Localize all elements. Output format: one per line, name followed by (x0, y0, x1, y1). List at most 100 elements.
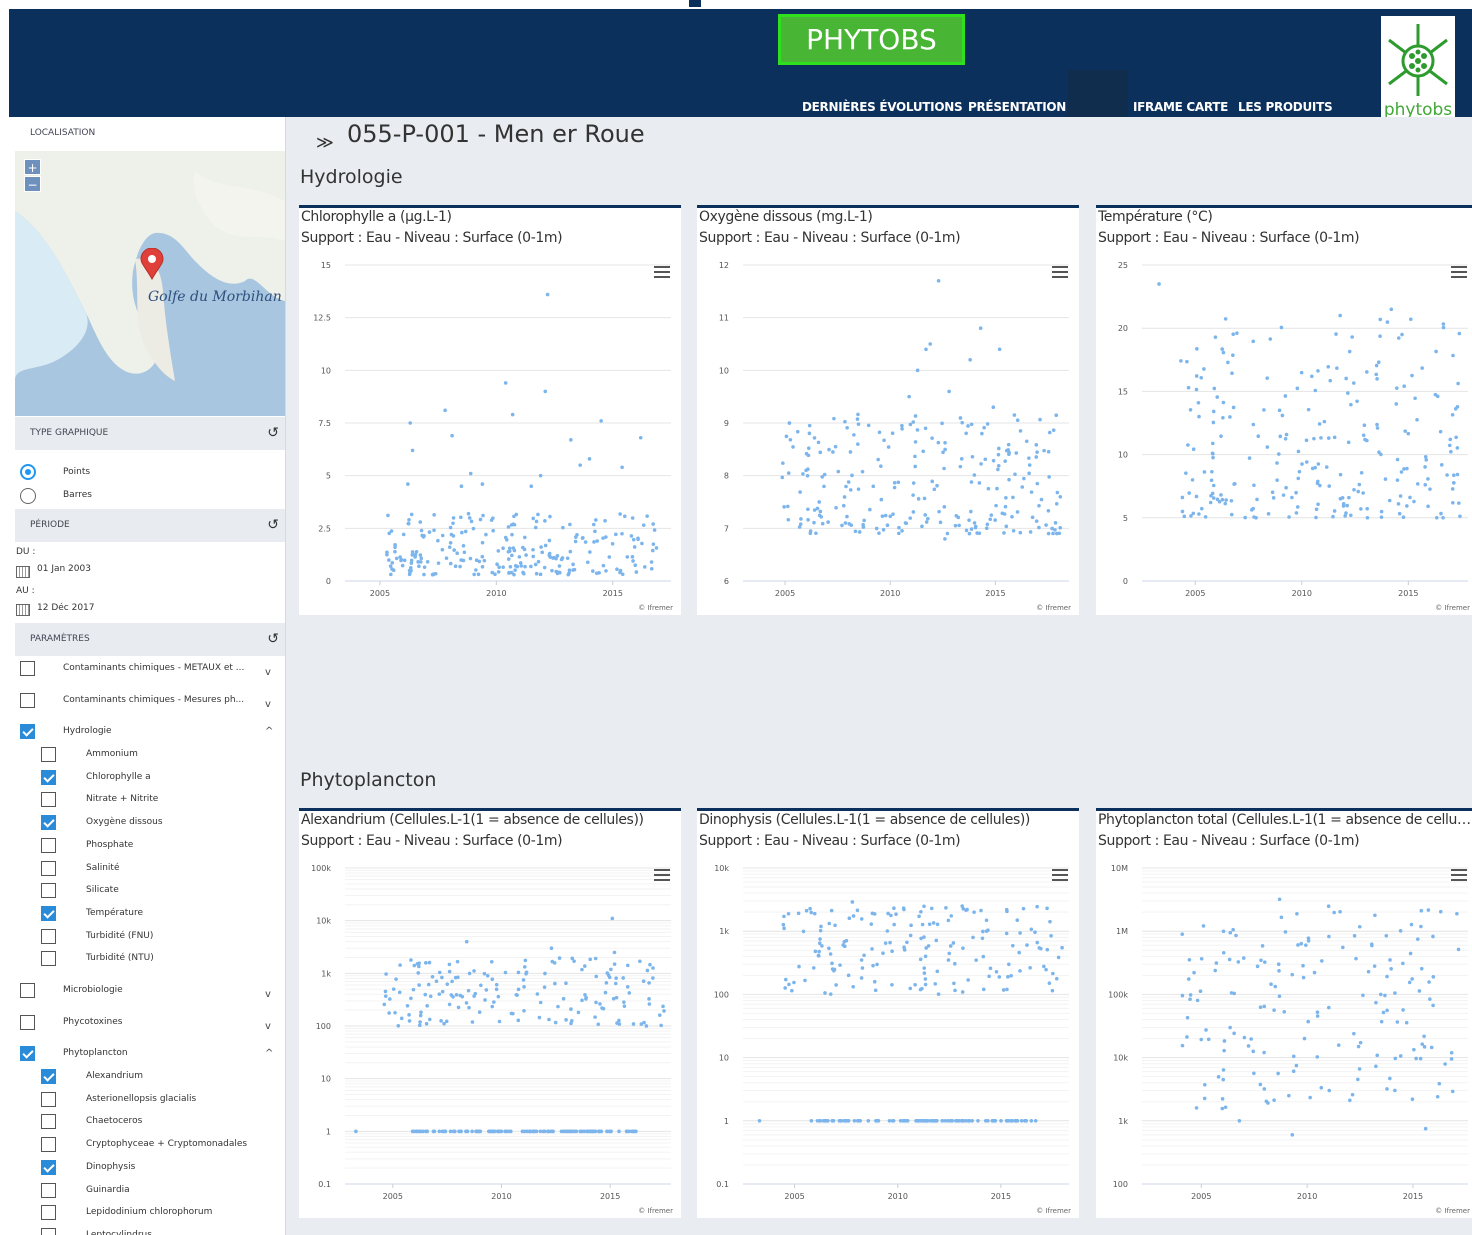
chart-menu-icon[interactable] (1052, 266, 1068, 278)
parameter-group-checkbox[interactable] (20, 983, 35, 998)
parameter-checkbox[interactable] (41, 747, 56, 762)
parameter-group-checkbox[interactable] (20, 1046, 35, 1061)
chart-menu-icon[interactable] (1451, 869, 1467, 881)
location-map[interactable]: + − Golfe du Morbihan (15, 151, 285, 416)
chevron-down-icon[interactable]: v (265, 699, 271, 710)
data-point (926, 516, 930, 521)
data-point (496, 994, 501, 999)
reset-icon[interactable]: ↺ (267, 623, 279, 656)
data-point (1314, 507, 1319, 512)
data-point (1385, 1087, 1389, 1091)
radio-barres[interactable] (20, 488, 36, 504)
parameter-checkbox[interactable] (41, 815, 56, 831)
data-point (432, 513, 436, 517)
parameter-checkbox[interactable] (41, 1069, 56, 1084)
chart-menu-icon[interactable] (1451, 266, 1467, 278)
chart-menu-icon[interactable] (654, 869, 670, 881)
data-point (1221, 950, 1226, 955)
parameter-group-checkbox[interactable] (20, 692, 35, 708)
phytobs-logo[interactable]: phytobs (1381, 16, 1455, 120)
parameter-checkbox[interactable] (41, 860, 56, 876)
reset-icon[interactable]: ↺ (267, 509, 279, 542)
data-point (833, 444, 838, 449)
reset-icon[interactable]: ↺ (267, 417, 279, 450)
parameter-checkbox[interactable] (41, 837, 56, 853)
chart-credit[interactable]: © Ifremer (638, 1207, 673, 1215)
data-point (1455, 446, 1460, 450)
parameter-checkbox[interactable] (41, 1137, 56, 1153)
data-point (922, 971, 927, 975)
parameter-group-checkbox[interactable] (20, 1014, 35, 1030)
parameter-checkbox[interactable] (41, 928, 56, 944)
site-header: DERNIÈRES ÉVOLUTIONS PRÉSENTATION IFRAME… (9, 9, 1472, 117)
nav-presentation[interactable]: PRÉSENTATION (968, 100, 1066, 114)
data-point (892, 480, 897, 485)
chart-credit[interactable]: © Ifremer (1435, 1207, 1470, 1215)
parameter-group-label: Contaminants chimiques - Mesures ph... (63, 694, 245, 705)
parameter-checkbox[interactable] (41, 1182, 56, 1198)
data-point (523, 535, 527, 540)
parameter-group-checkbox[interactable] (20, 724, 35, 739)
map-pin-icon[interactable] (140, 248, 164, 280)
data-point (1426, 477, 1430, 481)
data-point (790, 988, 794, 993)
period-to-date[interactable]: 12 Déc 2017 (37, 603, 95, 613)
data-point (453, 564, 458, 569)
data-point (468, 471, 473, 476)
chart-credit[interactable]: © Ifremer (1435, 604, 1470, 612)
data-point (455, 959, 460, 964)
chart-menu-icon[interactable] (654, 266, 670, 278)
data-point (1412, 1047, 1416, 1052)
parameter-checkbox[interactable] (41, 1159, 56, 1175)
data-point (1385, 1008, 1389, 1013)
parameter-group-checkbox[interactable] (20, 661, 35, 676)
parameter-checkbox[interactable] (41, 1091, 56, 1107)
parameter-checkbox[interactable] (41, 1205, 56, 1221)
nav-dernieres-evolutions[interactable]: DERNIÈRES ÉVOLUTIONS (802, 100, 963, 114)
parameter-checkbox[interactable] (41, 951, 56, 967)
data-point (641, 979, 646, 984)
nav-iframe-carte[interactable]: IFRAME CARTE (1133, 100, 1228, 114)
data-point (472, 994, 476, 998)
chart-credit[interactable]: © Ifremer (1036, 1207, 1071, 1215)
data-point (986, 1119, 990, 1123)
parameter-checkbox[interactable] (41, 792, 56, 808)
radio-points[interactable] (20, 464, 36, 480)
data-point (960, 904, 965, 908)
data-point (1028, 530, 1033, 534)
nav-les-produits[interactable]: LES PRODUITS (1238, 100, 1333, 114)
brand-title[interactable]: PHYTOBS (778, 14, 965, 65)
chevron-down-icon[interactable]: v (265, 989, 271, 1000)
data-point (580, 998, 584, 1003)
parameter-checkbox[interactable] (41, 769, 56, 785)
data-point (545, 292, 550, 297)
period-from-date[interactable]: 01 Jan 2003 (37, 564, 91, 574)
data-point (407, 568, 412, 573)
data-point (561, 525, 565, 530)
parameter-checkbox[interactable] (41, 883, 56, 899)
data-point (1184, 471, 1188, 475)
chevron-down-icon[interactable]: v (265, 1021, 271, 1032)
calendar-icon[interactable] (16, 566, 30, 578)
y-tick-label: 10 (321, 366, 331, 375)
calendar-icon[interactable] (16, 604, 30, 616)
data-point (1301, 963, 1305, 968)
parameter-checkbox[interactable] (41, 905, 56, 921)
map-zoom-out-button[interactable]: − (24, 176, 41, 192)
data-point (625, 963, 630, 968)
data-point (1398, 1054, 1403, 1058)
map-zoom-in-button[interactable]: + (24, 159, 41, 175)
data-point (920, 524, 924, 529)
collapse-chevron-icon[interactable]: ≫ (316, 133, 334, 153)
data-point (798, 490, 802, 494)
parameter-checkbox[interactable] (41, 1227, 56, 1235)
data-point (922, 496, 927, 501)
chart-credit[interactable]: © Ifremer (1036, 604, 1071, 612)
data-point (1211, 483, 1216, 488)
chart-credit[interactable]: © Ifremer (638, 604, 673, 612)
parameter-checkbox[interactable] (41, 1114, 56, 1130)
chevron-down-icon[interactable]: v (265, 667, 271, 678)
chevron-up-icon[interactable]: ^ (265, 726, 273, 737)
chevron-up-icon[interactable]: ^ (265, 1048, 273, 1059)
chart-menu-icon[interactable] (1052, 869, 1068, 881)
